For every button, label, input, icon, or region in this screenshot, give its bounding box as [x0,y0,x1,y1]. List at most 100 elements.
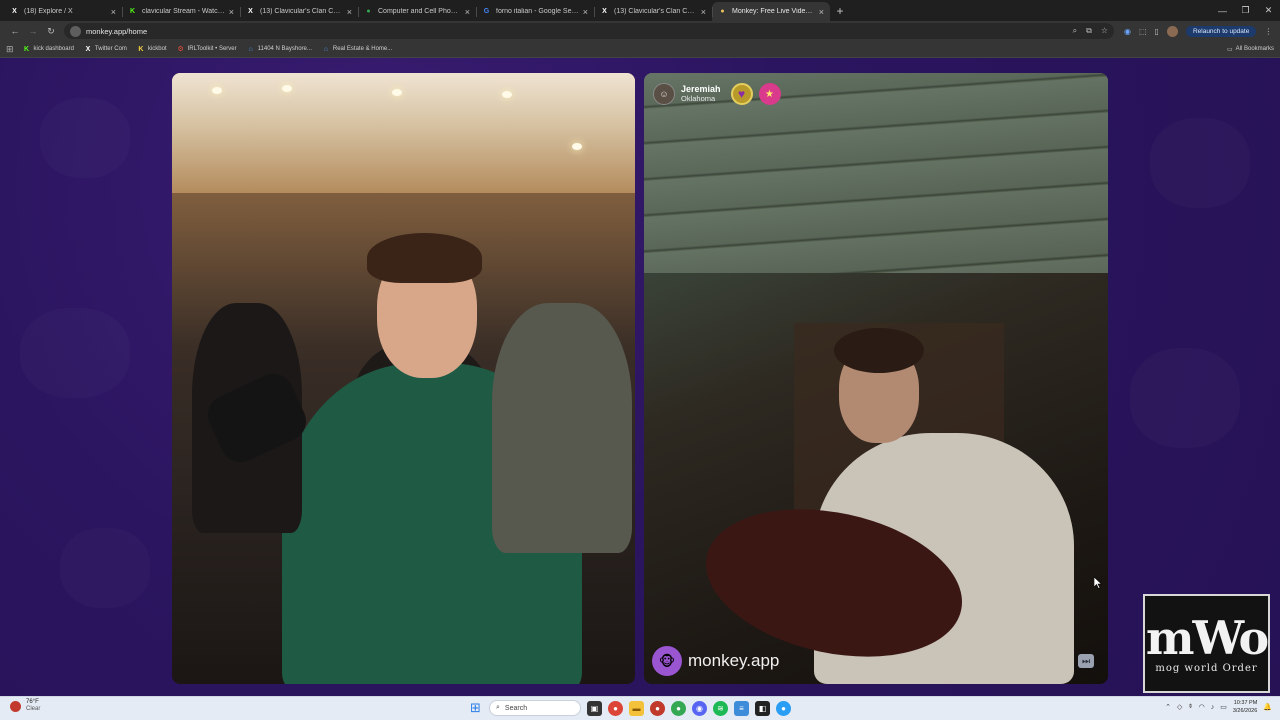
zoom-icon[interactable]: ⌕ [1073,26,1077,36]
gift-icon[interactable]: ★ [758,83,781,105]
x-logo-icon: X [602,8,607,15]
task-view-icon[interactable]: ▣ [587,700,602,716]
media-icon[interactable]: ◉ [1124,27,1131,36]
file-explorer-icon[interactable]: ▬ [629,700,644,716]
browser-tab-bar: X (18) Explore / X × Kclavicular Stream - W… [0,0,1280,21]
skip-icon[interactable]: ⏭ [1078,654,1094,668]
all-bookmarks-button[interactable]: ▭ All Bookmarks [1227,46,1274,53]
bookmark-icon: K [138,45,144,53]
bookmark-item[interactable]: X Twitter Com [84,45,127,53]
close-icon[interactable]: × [465,7,470,17]
browser-tab[interactable]: Kclavicular Stream - Watch Live × [122,2,240,21]
url-text[interactable]: monkey.app/home [86,27,147,36]
ceiling-light [212,87,222,94]
tab-label: clavicular Stream - Watch Live [142,8,225,15]
google-logo-icon: G [483,8,490,15]
bookmark-item[interactable]: Kkick dashboard [23,45,74,53]
taskbar-search[interactable]: ⌕ Search [489,700,581,716]
partner-location: Oklahoma [681,94,716,103]
background-pattern [1130,348,1240,448]
chevron-up-icon[interactable]: ⌃ [1165,703,1171,711]
app-icon[interactable]: ● [650,700,665,716]
browser-tab[interactable]: ● Monkey: Free Live Video Ch × [712,2,830,21]
notification-bell-icon[interactable]: 🔔 [1263,703,1272,711]
site-info-icon[interactable] [70,25,81,37]
tab-label: Computer and Cell Phone Stor [378,8,461,15]
url-bar[interactable]: monkey.app/home ⌕ ⧉ ☆ [64,23,1114,39]
spotify-icon[interactable]: ≋ [713,700,728,716]
taskbar-search-label: Search [504,704,528,712]
bookmark-label: kickbot [147,46,167,52]
app-icon[interactable]: ◧ [755,700,770,716]
close-icon[interactable]: × [583,7,588,17]
apps-grid-icon[interactable]: ⊞ [6,44,14,55]
weather-widget[interactable]: 76°F Clear [10,699,40,713]
bookmark-label: 11404 N Bayshore... [257,46,312,52]
restore-icon[interactable]: ❐ [1234,5,1257,16]
person-silhouette [492,303,632,553]
self-video-panel [172,73,635,684]
browser-tab[interactable]: Gforno italian - Google Search × [476,2,594,21]
browser-tab[interactable]: X (13) Clavicular's Clan Communi × [594,2,712,21]
wifi-icon[interactable]: ◠ [1199,703,1205,711]
all-bookmarks-label: All Bookmarks [1235,46,1274,52]
browser-tab[interactable]: ● Computer and Cell Phone Stor × [358,2,476,21]
bookmark-icon: K [24,45,30,53]
bookmark-item[interactable]: ⌂ Real Estate & Home... [322,45,392,53]
partner-badge: ☺ Jeremiah Oklahoma ♥ ★ [653,83,781,105]
install-app-icon[interactable]: ⧉ [1086,26,1092,36]
heart-icon[interactable]: ♥ [730,83,753,105]
close-icon[interactable]: × [819,7,824,17]
bookmark-icon: ⌂ [323,45,328,53]
browser-tab[interactable]: X (13) Clavicular's Clan Communi × [240,2,358,21]
background-pattern [1150,118,1250,208]
battery-icon[interactable]: ▭ [1220,703,1227,711]
bookmark-star-icon[interactable]: ☆ [1101,26,1108,36]
bookmark-icon: X [85,45,91,53]
back-icon[interactable]: ← [6,26,24,36]
tab-strip: X (18) Explore / X × Kclavicular Stream - W… [0,0,830,21]
chrome-icon[interactable]: ● [608,700,623,716]
partner-name: Jeremiah [681,84,721,94]
windows-start-icon[interactable]: ⊞ [468,700,483,716]
bookmark-label: kick dashboard [33,46,74,52]
bookmark-item[interactable]: ⌂ 11404 N Bayshore... [247,45,312,53]
profile-avatar[interactable] [1166,25,1178,37]
overlay-logo-small: mog world Order [1155,663,1258,674]
side-panel-icon[interactable]: ▯ [1155,27,1159,36]
network-icon[interactable]: ◇ [1177,703,1182,711]
person-hair [367,233,482,283]
system-clock[interactable]: 10:37 PM 3/26/2026 [1233,699,1257,715]
discord-icon[interactable]: ◉ [692,700,707,716]
monkey-logo-icon: ● [720,8,725,15]
close-icon[interactable]: × [229,7,234,17]
partner-avatar[interactable]: ☺ [653,83,675,105]
bookmark-item[interactable]: ⚙ IRLToolkit • Server [177,45,236,53]
chrome-icon[interactable]: ● [671,700,686,716]
microphone-icon[interactable]: ⌽ [1188,703,1192,711]
browser-tab[interactable]: X (18) Explore / X × [4,2,122,21]
close-icon[interactable]: × [111,7,116,17]
reload-icon[interactable]: ↻ [42,26,60,37]
clock-time: 10:37 PM [1233,700,1258,706]
minimize-icon[interactable]: — [1211,6,1234,16]
tab-label: (18) Explore / X [24,8,73,15]
toolbar-right: ◉ ⬚ ▯ Relaunch to update ⋮ [1124,25,1272,37]
notepad-icon[interactable]: ≡ [734,700,749,716]
background-pattern [40,98,130,178]
extensions-icon[interactable]: ⬚ [1139,27,1147,36]
window-controls: — ❐ ✕ [1211,0,1280,21]
volume-icon[interactable]: ♪ [1211,704,1215,711]
ceiling-light [392,89,402,96]
close-icon[interactable]: × [347,7,352,17]
menu-icon[interactable]: ⋮ [1264,27,1272,36]
close-window-icon[interactable]: ✕ [1257,5,1280,16]
app-icon[interactable]: ● [776,700,791,716]
clock-date: 3/26/2026 [1232,708,1258,714]
new-tab-button[interactable]: + [830,2,850,21]
weather-temp: 76°F [26,699,39,705]
bookmark-item[interactable]: Kkickbot [137,45,167,53]
forward-icon[interactable]: → [24,26,42,36]
close-icon[interactable]: × [701,7,706,17]
relaunch-button[interactable]: Relaunch to update [1185,25,1257,37]
